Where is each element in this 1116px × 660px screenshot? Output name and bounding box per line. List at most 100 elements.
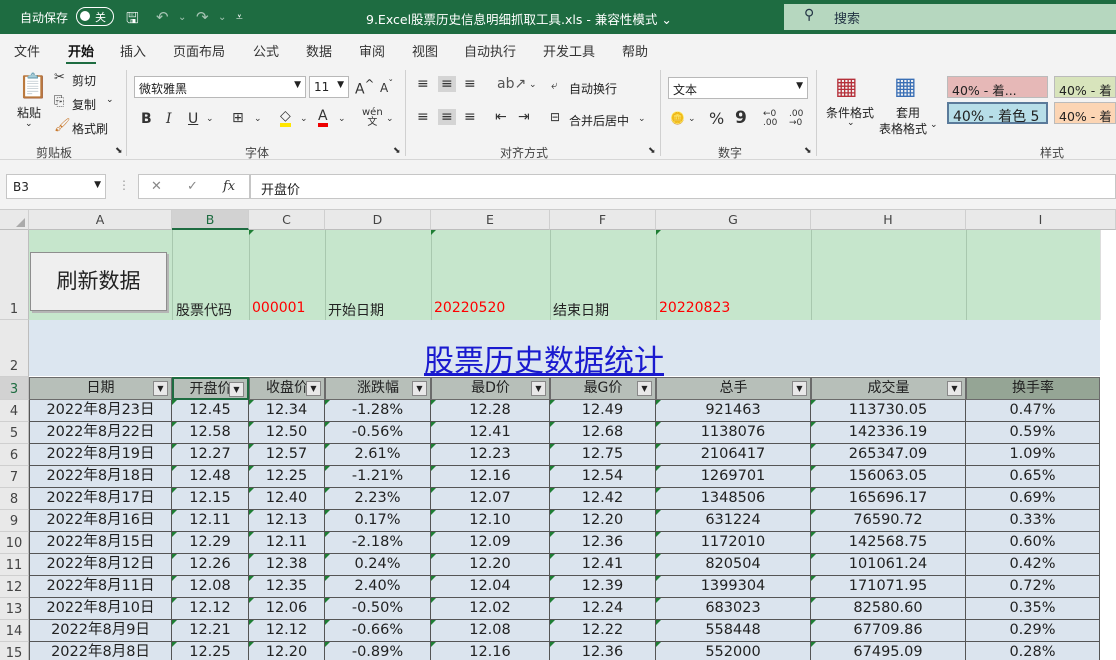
autosave-toggle[interactable]: 关 (76, 7, 114, 26)
cell-turnover[interactable]: 0.60% (966, 532, 1100, 554)
orientation-dropdown-icon[interactable]: ⌄ (529, 80, 537, 90)
increase-decimal-icon[interactable]: ←0.00 (763, 110, 777, 128)
paste-dropdown-icon[interactable]: ⌄ (25, 119, 33, 129)
cell-turnover[interactable]: 0.69% (966, 488, 1100, 510)
copy-icon[interactable]: ⎘ (54, 94, 64, 109)
column-header-b[interactable]: B (172, 210, 249, 230)
cell-change[interactable]: -2.18% (325, 532, 431, 554)
cell-turnover[interactable]: 0.29% (966, 620, 1100, 642)
cell-total-lots[interactable]: 1172010 (656, 532, 811, 554)
cell-date[interactable]: 2022年8月12日 (29, 554, 172, 576)
sheet-title-link[interactable]: 股票历史数据统计 (424, 336, 664, 380)
enter-icon[interactable]: ✓ (187, 179, 198, 194)
cell-turnover[interactable]: 0.47% (966, 400, 1100, 422)
cell-total-lots[interactable]: 2106417 (656, 444, 811, 466)
row-header-14[interactable]: 14 (0, 620, 29, 642)
cell-high[interactable]: 12.36 (550, 642, 656, 660)
cell-open[interactable]: 12.15 (172, 488, 249, 510)
cell-turnover[interactable]: 0.33% (966, 510, 1100, 532)
cell-volume[interactable]: 142568.75 (811, 532, 966, 554)
header-turnover[interactable]: 换手率 (966, 377, 1100, 400)
cell-date[interactable]: 2022年8月11日 (29, 576, 172, 598)
cell-high[interactable]: 12.68 (550, 422, 656, 444)
cell-date[interactable]: 2022年8月8日 (29, 642, 172, 660)
cell-close[interactable]: 12.13 (249, 510, 325, 532)
cell-turnover[interactable]: 0.42% (966, 554, 1100, 576)
cell-open[interactable]: 12.48 (172, 466, 249, 488)
cell-volume[interactable]: 82580.60 (811, 598, 966, 620)
cell-total-lots[interactable]: 1399304 (656, 576, 811, 598)
cell-low[interactable]: 12.20 (431, 554, 550, 576)
column-header-i[interactable]: I (966, 210, 1116, 230)
phonetic-icon[interactable]: wén 文 (362, 108, 383, 128)
underline-dropdown-icon[interactable]: ⌄ (206, 114, 214, 124)
cell-volume[interactable]: 113730.05 (811, 400, 966, 422)
cell-high[interactable]: 12.36 (550, 532, 656, 554)
cell-open[interactable]: 12.12 (172, 598, 249, 620)
cell-close[interactable]: 12.12 (249, 620, 325, 642)
cell-low[interactable]: 12.07 (431, 488, 550, 510)
row-header-6[interactable]: 6 (0, 444, 29, 466)
cell-low[interactable]: 12.08 (431, 620, 550, 642)
redo-dropdown-icon[interactable]: ⌄ (218, 12, 226, 23)
row-header-8[interactable]: 8 (0, 488, 29, 510)
style-accent-5-40[interactable]: 40% - 着色 5 (947, 102, 1048, 124)
format-painter-button[interactable]: 格式刷 (72, 120, 108, 137)
clipboard-launcher-icon[interactable]: ⬊ (115, 146, 123, 156)
search-box[interactable]: ⚲ 搜索 (784, 4, 1116, 30)
filter-dropdown-icon[interactable]: ▼ (531, 381, 546, 396)
refresh-data-button[interactable]: 刷新数据 (30, 252, 167, 311)
cell-volume[interactable]: 67709.86 (811, 620, 966, 642)
cell-low[interactable]: 12.23 (431, 444, 550, 466)
row-header-12[interactable]: 12 (0, 576, 29, 598)
cell-close[interactable]: 12.50 (249, 422, 325, 444)
cell-total-lots[interactable]: 1269701 (656, 466, 811, 488)
accounting-dropdown-icon[interactable]: ⌄ (688, 114, 696, 124)
cell-volume[interactable]: 67495.09 (811, 642, 966, 660)
decrease-decimal-icon[interactable]: .00 →0 (789, 110, 803, 128)
header-change-pct[interactable]: 涨跌幅 ▼ (325, 377, 431, 400)
cell-close[interactable]: 12.38 (249, 554, 325, 576)
tab-automate[interactable]: 自动执行 (464, 41, 516, 60)
cell-open[interactable]: 12.11 (172, 510, 249, 532)
align-right-icon[interactable]: ≡ (464, 109, 476, 125)
cell-turnover[interactable]: 0.59% (966, 422, 1100, 444)
name-box[interactable]: B3 ▼ (6, 174, 106, 199)
merge-center-icon[interactable]: ⊟ (550, 110, 560, 124)
cell-turnover[interactable]: 1.09% (966, 444, 1100, 466)
select-all-corner[interactable] (0, 210, 29, 230)
copy-dropdown-icon[interactable]: ⌄ (106, 95, 114, 105)
cut-icon[interactable]: ✂ (54, 70, 65, 85)
cell-low[interactable]: 12.16 (431, 466, 550, 488)
cell-volume[interactable]: 156063.05 (811, 466, 966, 488)
cell-high[interactable]: 12.24 (550, 598, 656, 620)
align-bottom-icon[interactable]: ≡ (464, 76, 476, 92)
decrease-indent-icon[interactable]: ⇤ (495, 109, 507, 125)
table-format-dropdown-icon[interactable]: ⌄ (930, 120, 938, 130)
cell-change[interactable]: 0.17% (325, 510, 431, 532)
conditional-format-icon[interactable]: ▦ (835, 72, 858, 100)
cell-open[interactable]: 12.29 (172, 532, 249, 554)
tab-view[interactable]: 视图 (412, 41, 438, 60)
align-center-icon[interactable]: ≡ (438, 109, 456, 125)
redo-icon[interactable]: ↷ (196, 8, 209, 26)
font-color-icon[interactable]: A (318, 109, 328, 127)
start-date-cell[interactable]: 20220520 (434, 300, 505, 316)
align-middle-icon[interactable]: ≡ (438, 76, 456, 92)
number-launcher-icon[interactable]: ⬊ (804, 146, 812, 156)
cell-open[interactable]: 12.45 (172, 400, 249, 422)
cell-total-lots[interactable]: 820504 (656, 554, 811, 576)
align-left-icon[interactable]: ≡ (417, 109, 429, 125)
cell-volume[interactable]: 101061.24 (811, 554, 966, 576)
style-accent-4-40[interactable]: 40% - 着 (1054, 102, 1116, 124)
column-header-e[interactable]: E (431, 210, 550, 230)
alignment-launcher-icon[interactable]: ⬊ (648, 146, 656, 156)
stock-code-cell[interactable]: 000001 (252, 300, 305, 316)
filter-dropdown-icon[interactable]: ▼ (229, 382, 244, 397)
accounting-format-icon[interactable]: 🪙 (670, 111, 685, 125)
cell-open[interactable]: 12.26 (172, 554, 249, 576)
row-header-11[interactable]: 11 (0, 554, 29, 576)
header-low-price[interactable]: 最D价 ▼ (431, 377, 550, 400)
cell-volume[interactable]: 165696.17 (811, 488, 966, 510)
cell-total-lots[interactable]: 683023 (656, 598, 811, 620)
